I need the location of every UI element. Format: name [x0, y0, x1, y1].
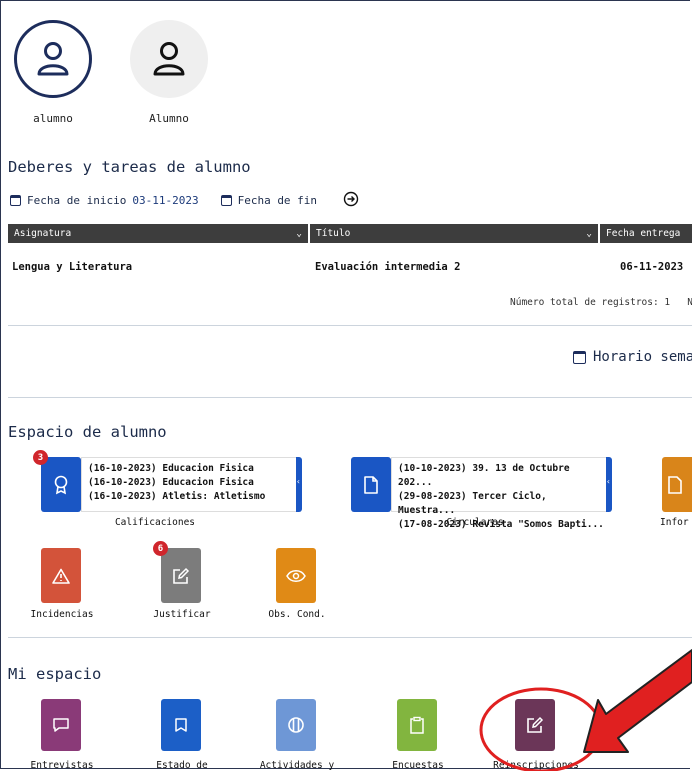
- circulars-tile[interactable]: [351, 457, 391, 512]
- start-date-label: Fecha de inicio: [27, 194, 127, 207]
- homework-title: Deberes y tareas de alumno: [8, 158, 251, 176]
- grades-collapse-tab[interactable]: ‹: [296, 457, 302, 512]
- chevron-right-icon: ›: [318, 718, 325, 732]
- chevron-right-icon: ›: [83, 569, 90, 582]
- profile-label: Alumno: [149, 112, 189, 125]
- list-item[interactable]: (16-10-2023) Atletis: Atletismo: [88, 490, 298, 504]
- incidencias-label: Incidencias: [30, 609, 94, 620]
- estado-label: Estado de: [156, 760, 208, 771]
- reinscripciones-label: Reinscripciones: [493, 760, 579, 771]
- edit-icon: [527, 716, 544, 733]
- chevron-right-icon: ›: [83, 718, 90, 732]
- column-header-title[interactable]: Título ⌄: [310, 224, 600, 243]
- list-item[interactable]: (16-10-2023) Educacion Fisica: [88, 462, 298, 476]
- my-space-title: Mi espacio: [8, 665, 102, 683]
- actividades-label: Actividades y: [259, 760, 335, 771]
- grades-label: Calificaciones: [114, 517, 196, 528]
- record-count: Número total de registros: 1 Nº re: [510, 297, 692, 308]
- column-header-subject[interactable]: Asignatura ⌄: [8, 224, 310, 243]
- document-icon: [364, 475, 378, 494]
- list-item[interactable]: (16-10-2023) Educacion Fisica: [88, 476, 298, 490]
- justificar-tile[interactable]: ›: [161, 548, 210, 603]
- row-subject[interactable]: Lengua y Literatura: [12, 261, 132, 273]
- calendar-icon[interactable]: [10, 195, 21, 206]
- schedule-link[interactable]: Horario sema: [573, 349, 692, 365]
- chevron-down-icon: ⌄: [586, 228, 592, 239]
- profile-Alumno[interactable]: Alumno: [128, 20, 210, 125]
- chat-icon: [53, 718, 69, 732]
- edit-icon: [173, 567, 190, 584]
- clipboard-icon: [410, 716, 424, 734]
- table-header: Asignatura ⌄ Título ⌄ Fecha entrega: [8, 224, 692, 243]
- student-space-title: Espacio de alumno: [8, 423, 167, 441]
- entrevistas-tile[interactable]: ›: [41, 699, 90, 751]
- chevron-right-icon: ›: [439, 718, 446, 732]
- user-icon: [130, 20, 208, 98]
- calendar-icon[interactable]: [220, 195, 232, 206]
- chevron-right-icon: ›: [203, 718, 210, 732]
- page-frame: [0, 0, 690, 769]
- circulars-list[interactable]: (10-10-2023) 39. 13 de Octubre 202... (2…: [391, 457, 608, 530]
- column-header-date[interactable]: Fecha entrega: [600, 224, 692, 243]
- obs-cond-label: Obs. Cond.: [268, 609, 326, 620]
- reinscripciones-tile[interactable]: ›: [515, 699, 564, 751]
- reports-label: Infor: [660, 517, 689, 528]
- grades-list[interactable]: (16-10-2023) Educacion Fisica (16-10-202…: [81, 457, 298, 512]
- divider: [8, 397, 692, 398]
- end-date-label[interactable]: Fecha de fin: [238, 194, 317, 207]
- calendar-icon: [573, 350, 586, 364]
- ball-icon: [288, 717, 304, 733]
- incidencias-tile[interactable]: ›: [41, 548, 90, 603]
- grades-badge: 3: [33, 450, 48, 465]
- divider: [8, 637, 692, 638]
- reports-tile[interactable]: [662, 457, 692, 512]
- entrevistas-label: Entrevistas: [30, 760, 94, 771]
- actividades-tile[interactable]: ›: [276, 699, 325, 751]
- go-arrow-icon[interactable]: [343, 191, 359, 210]
- award-icon: [54, 475, 68, 494]
- circulars-collapse-tab[interactable]: ‹: [606, 457, 612, 512]
- eye-icon: [286, 569, 306, 582]
- divider: [8, 325, 692, 326]
- circulars-label: Circulares: [446, 517, 504, 528]
- profile-label: alumno: [33, 112, 73, 125]
- chevron-down-icon: ⌄: [296, 228, 302, 239]
- bookmark-icon: [175, 718, 187, 732]
- date-filter: Fecha de inicio 03-11-2023 Fecha de fin: [10, 191, 359, 210]
- encuestas-label: Encuestas: [392, 760, 444, 771]
- justificar-label: Justificar: [153, 609, 211, 620]
- justificar-badge: 6: [153, 541, 168, 556]
- document-icon: [668, 475, 682, 494]
- chevron-right-icon: ›: [318, 569, 325, 582]
- obs-cond-tile[interactable]: ›: [276, 548, 325, 603]
- list-item[interactable]: (29-08-2023) Tercer Ciclo, Muestra...: [398, 490, 608, 518]
- row-date: 06-11-2023: [620, 261, 684, 273]
- encuestas-tile[interactable]: ›: [397, 699, 446, 751]
- profile-alumno[interactable]: alumno: [12, 20, 94, 125]
- start-date-value[interactable]: 03-11-2023: [132, 194, 198, 207]
- estado-tile[interactable]: ›: [161, 699, 210, 751]
- chevron-right-icon: ›: [557, 718, 564, 732]
- grades-tile[interactable]: [41, 457, 81, 512]
- warning-icon: [52, 568, 70, 584]
- list-item[interactable]: (10-10-2023) 39. 13 de Octubre 202...: [398, 462, 608, 490]
- user-icon: [14, 20, 92, 98]
- row-title[interactable]: Evaluación intermedia 2: [315, 261, 460, 273]
- chevron-right-icon: ›: [203, 569, 210, 582]
